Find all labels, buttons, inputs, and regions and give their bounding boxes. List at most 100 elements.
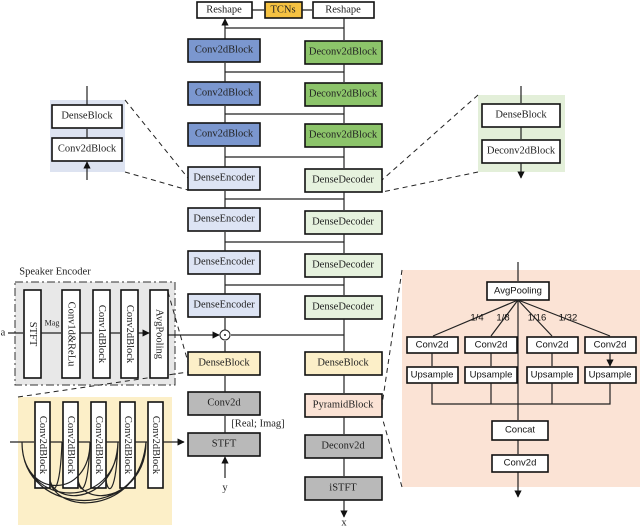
svg-text:Reshape: Reshape	[325, 5, 361, 16]
svg-text:STFT: STFT	[27, 322, 38, 347]
svg-text:Deconv2dBlock: Deconv2dBlock	[309, 130, 378, 141]
svg-text:Conv2d: Conv2d	[207, 398, 241, 409]
svg-text:DenseBlock: DenseBlock	[317, 358, 369, 369]
svg-text:Upsample: Upsample	[411, 370, 454, 381]
decoder-inset-deconv2dblock: Deconv2dBlock	[481, 139, 561, 164]
speaker-encoder-title: Speaker Encoder	[19, 267, 91, 278]
pyramid-conv2d-2: Conv2d	[464, 336, 518, 354]
encoder-conv2dblock-2: Conv2dBlock	[187, 81, 261, 106]
svg-text:Conv2dBlock: Conv2dBlock	[93, 416, 104, 475]
istft: iSTFT	[304, 476, 383, 501]
speaker-conv2dblock: Conv2dBlock	[120, 289, 139, 379]
pyramid-upsample-3: Upsample	[526, 366, 579, 384]
speaker-conv1dblock: Conv1dBlock	[92, 289, 111, 379]
encoder-inset-conv2dblock: Conv2dBlock	[51, 137, 123, 162]
pyramid-concat: Concat	[491, 420, 549, 441]
svg-text:DenseEncoder: DenseEncoder	[193, 214, 255, 225]
scale-label-1-16: 1/16	[528, 313, 547, 324]
svg-text:Conv2d: Conv2d	[504, 458, 537, 469]
pyramid-conv2d-1: Conv2d	[406, 336, 459, 354]
svg-text:DenseEncoder: DenseEncoder	[193, 257, 255, 268]
pyramid-avgpooling: AvgPooling	[486, 281, 550, 301]
reshape-right: Reshape	[312, 1, 375, 19]
svg-text:Conv2d: Conv2d	[536, 340, 569, 351]
svg-text:Deconv2dBlock: Deconv2dBlock	[487, 146, 556, 157]
real-imag-label: [Real; Imag]	[231, 419, 284, 430]
svg-text:Conv2dBlock: Conv2dBlock	[124, 305, 135, 364]
svg-text:Deconv2dBlock: Deconv2dBlock	[309, 89, 378, 100]
svg-text:Concat: Concat	[505, 425, 535, 436]
decoder-deconv2d: Deconv2d	[304, 434, 383, 459]
svg-text:Conv2dBlock: Conv2dBlock	[37, 416, 48, 475]
dense-detail-conv2dblock-2: Conv2dBlock	[62, 401, 79, 489]
decoder-inset-dense-block: DenseBlock	[481, 103, 561, 128]
dense-encoder-2: DenseEncoder	[187, 207, 261, 232]
encoder-stft: STFT	[187, 432, 261, 457]
svg-text:Conv2d: Conv2d	[416, 340, 449, 351]
svg-text:AvgPooling: AvgPooling	[154, 309, 165, 360]
speaker-input-a: a	[1, 328, 6, 339]
scale-label-1-8: 1/8	[496, 313, 509, 324]
pyramid-upsample-2: Upsample	[464, 366, 518, 384]
encoder-conv2dblock-3: Conv2dBlock	[187, 122, 261, 147]
encoder-inset-dense-block: DenseBlock	[51, 104, 123, 129]
encoder-conv2d: Conv2d	[187, 391, 261, 416]
svg-text:TCNs: TCNs	[270, 5, 295, 16]
tcns-block: TCNs	[264, 1, 303, 19]
dense-decoder-1: DenseDecoder	[304, 168, 383, 193]
svg-text:DenseBlock: DenseBlock	[495, 110, 547, 121]
svg-text:Conv2dBlock: Conv2dBlock	[195, 45, 254, 56]
deconv2dblock-1: Deconv2dBlock	[304, 40, 383, 65]
encoder-conv2dblock-1: Conv2dBlock	[187, 38, 261, 63]
speaker-avgpooling: AvgPooling	[149, 289, 169, 379]
svg-text:Conv2dBlock: Conv2dBlock	[65, 416, 76, 475]
scale-label-1-32: 1/32	[559, 313, 578, 324]
svg-text:DenseBlock: DenseBlock	[61, 111, 113, 122]
svg-text:Conv1d&ReLu: Conv1d&ReLu	[66, 302, 77, 367]
svg-text:DenseDecoder: DenseDecoder	[312, 260, 374, 271]
svg-text:DenseDecoder: DenseDecoder	[312, 175, 374, 186]
dense-decoder-2: DenseDecoder	[304, 210, 383, 235]
pyramid-block: PyramidBlock	[304, 393, 383, 418]
svg-text:PyramidBlock: PyramidBlock	[313, 400, 374, 411]
svg-text:Conv1dBlock: Conv1dBlock	[96, 305, 107, 364]
pyramid-upsample-1: Upsample	[406, 366, 459, 384]
svg-text:DenseEncoder: DenseEncoder	[193, 300, 255, 311]
dense-encoder-3: DenseEncoder	[187, 250, 261, 275]
svg-text:Conv2dBlock: Conv2dBlock	[195, 129, 254, 140]
svg-text:Conv2d: Conv2d	[475, 340, 508, 351]
pyramid-conv2d-out: Conv2d	[491, 454, 549, 473]
svg-text:Upsample: Upsample	[589, 370, 632, 381]
svg-text:Conv2dBlock: Conv2dBlock	[150, 416, 161, 475]
dense-encoder-1: DenseEncoder	[187, 166, 261, 191]
pyramid-conv2d-3: Conv2d	[526, 336, 579, 354]
encoder-dense-block: DenseBlock	[187, 351, 261, 376]
dense-decoder-4: DenseDecoder	[304, 295, 383, 320]
pyramid-conv2d-4: Conv2d	[584, 336, 637, 354]
svg-text:DenseDecoder: DenseDecoder	[312, 217, 374, 228]
pyramid-upsample-4: Upsample	[584, 366, 637, 384]
svg-text:Reshape: Reshape	[206, 5, 242, 16]
dense-detail-conv2dblock-3: Conv2dBlock	[90, 401, 107, 489]
svg-text:Conv2dBlock: Conv2dBlock	[122, 416, 133, 475]
scale-label-1-4: 1/4	[470, 313, 483, 324]
svg-text:Deconv2d: Deconv2d	[321, 441, 365, 452]
speaker-conv1d-relu: Conv1d&ReLu	[61, 289, 81, 379]
svg-text:DenseBlock: DenseBlock	[198, 358, 250, 369]
dense-detail-conv2dblock-1: Conv2dBlock	[34, 401, 51, 489]
reshape-left: Reshape	[196, 1, 253, 19]
svg-text:Conv2dBlock: Conv2dBlock	[195, 88, 254, 99]
dense-detail-conv2dblock-5: Conv2dBlock	[147, 401, 164, 489]
svg-text:STFT: STFT	[212, 439, 237, 450]
dense-encoder-4: DenseEncoder	[187, 293, 261, 318]
decoder-dense-block: DenseBlock	[304, 351, 383, 376]
dense-decoder-3: DenseDecoder	[304, 253, 383, 278]
architecture-diagram: Reshape TCNs Reshape Conv2dBlock Conv2dB…	[1, 1, 640, 529]
svg-text:iSTFT: iSTFT	[329, 483, 357, 494]
svg-text:AvgPooling: AvgPooling	[494, 286, 542, 297]
svg-text:Upsample: Upsample	[531, 370, 574, 381]
svg-text:Conv2dBlock: Conv2dBlock	[58, 144, 117, 155]
svg-text:DenseDecoder: DenseDecoder	[312, 302, 374, 313]
deconv2dblock-3: Deconv2dBlock	[304, 123, 383, 148]
svg-text:DenseEncoder: DenseEncoder	[193, 173, 255, 184]
